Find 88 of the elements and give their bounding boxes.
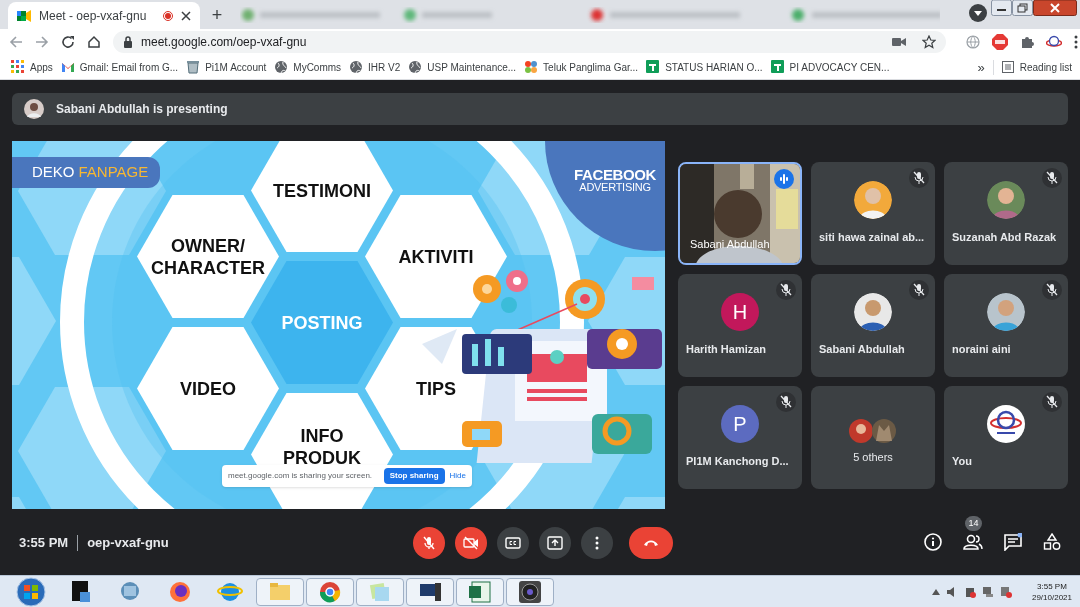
new-tab-button[interactable]: + xyxy=(208,6,226,24)
avatar-initial: H xyxy=(721,293,759,332)
slide-title-badge: DEKO FANPAGE xyxy=(12,157,160,188)
slide-corner-title: FACEBOOK xyxy=(574,167,656,182)
power-icon[interactable] xyxy=(963,585,976,598)
bookmark-link[interactable]: PI ADVOCACY CEN... xyxy=(770,59,890,75)
bookmark-link[interactable]: Gmail: Email from G... xyxy=(60,59,179,75)
hide-link[interactable]: Hide xyxy=(449,470,466,482)
spreadsheet-icon xyxy=(646,60,661,74)
camera-off-icon xyxy=(463,535,479,551)
participant-name: Sabani Abdullah xyxy=(689,236,771,252)
participant-name: 5 others xyxy=(853,450,893,466)
back-icon[interactable] xyxy=(9,35,23,49)
overflow-chevron[interactable]: » xyxy=(977,60,985,74)
mic-off-icon xyxy=(421,535,437,551)
address-bar[interactable]: meet.google.com/oep-vxaf-gnu xyxy=(113,31,946,53)
network-tray-icon[interactable] xyxy=(981,585,994,598)
present-button[interactable] xyxy=(539,527,571,559)
meet-logo-icon xyxy=(17,9,31,22)
restore-icon[interactable] xyxy=(1012,0,1033,16)
bin-icon xyxy=(186,60,201,74)
extension-logo-icon[interactable] xyxy=(1046,35,1062,49)
participant-name: Harith Hamizan xyxy=(685,341,768,357)
browser-tab[interactable]: Meet - oep-vxaf-gnu xyxy=(8,2,200,29)
stop-sharing-button[interactable]: Stop sharing xyxy=(383,468,445,484)
reading-list-button[interactable]: Reading list xyxy=(992,59,1072,75)
home-icon[interactable] xyxy=(87,35,101,49)
taskbar-app-button[interactable] xyxy=(506,577,554,606)
logo-icon xyxy=(987,405,1025,444)
hexagon-label: VIDEO xyxy=(137,327,279,450)
presenting-banner: Sabani Abdullah is presenting xyxy=(12,93,1068,125)
lock-icon xyxy=(123,36,133,48)
start-button-icon[interactable] xyxy=(16,576,46,607)
flower-icon xyxy=(524,60,539,74)
bookmark-link[interactable]: MyComms xyxy=(274,59,342,75)
alert-icon[interactable] xyxy=(999,585,1012,598)
more-options-button[interactable] xyxy=(581,527,613,559)
meeting-code: oep-vxaf-gnu xyxy=(87,534,169,553)
chat-icon[interactable] xyxy=(1004,533,1022,551)
slide-corner-subtitle: ADVERTISING xyxy=(579,182,651,193)
globe-icon xyxy=(349,60,364,74)
spreadsheet-icon xyxy=(770,60,785,74)
participant-name: You xyxy=(951,453,973,469)
bookmark-link[interactable]: STATUS HARIAN O... xyxy=(646,59,763,75)
gmail-icon xyxy=(60,60,75,74)
participant-name: Suzanah Abd Razak xyxy=(951,229,1058,245)
avatar-initial: P xyxy=(721,405,759,444)
camera-off-button[interactable] xyxy=(455,527,487,559)
meeting-time: 3:55 PM xyxy=(19,534,69,553)
participant-name: siti hawa zainal ab... xyxy=(818,229,926,245)
globe-icon xyxy=(274,60,289,74)
people-icon[interactable] xyxy=(963,533,983,551)
minimize-icon[interactable] xyxy=(991,0,1012,16)
bookmark-link[interactable]: Pi1M Account xyxy=(186,59,267,75)
puzzle-icon[interactable] xyxy=(1020,35,1034,49)
captions-icon xyxy=(505,535,521,551)
bookmark-link[interactable]: IHR V2 xyxy=(349,59,401,75)
activities-icon[interactable] xyxy=(1043,533,1061,551)
bookmark-link[interactable]: Apps xyxy=(11,59,53,75)
adblock-icon[interactable] xyxy=(992,34,1008,50)
menu-icon[interactable] xyxy=(1074,35,1078,49)
list-icon xyxy=(1001,61,1014,73)
info-icon[interactable] xyxy=(924,533,942,551)
hexagon-label: TESTIMONI xyxy=(251,141,393,252)
bookmark-link[interactable]: USP Maintenance... xyxy=(408,59,517,75)
mic-off-button[interactable] xyxy=(413,527,445,559)
close-icon[interactable] xyxy=(181,10,191,21)
participant-name: noraini aini xyxy=(951,341,1012,357)
dropdown-icon[interactable] xyxy=(969,4,987,22)
captions-button[interactable] xyxy=(497,527,529,559)
forward-icon[interactable] xyxy=(35,35,49,49)
participant-count-badge: 14 xyxy=(965,516,982,531)
apps-grid-icon xyxy=(11,60,25,74)
speaking-indicator-icon xyxy=(774,169,794,189)
tray-clock[interactable]: 3:55 PM 29/10/2021 xyxy=(1031,580,1072,603)
caret-icon[interactable] xyxy=(931,588,940,595)
end-call-button[interactable] xyxy=(629,527,673,559)
participant-name: PI1M Kanchong D... xyxy=(685,453,790,469)
close-icon[interactable] xyxy=(1033,0,1077,16)
present-icon xyxy=(547,535,563,551)
globe-icon[interactable] xyxy=(966,35,980,49)
camera-icon[interactable] xyxy=(892,37,906,47)
globe-icon xyxy=(408,60,423,74)
bookmark-link[interactable]: Teluk Panglima Gar... xyxy=(524,59,639,75)
star-icon[interactable] xyxy=(922,35,936,49)
participant-name: Sabani Abdullah xyxy=(818,341,906,357)
taskbar-app-button[interactable] xyxy=(406,577,454,606)
reload-icon[interactable] xyxy=(61,35,75,49)
